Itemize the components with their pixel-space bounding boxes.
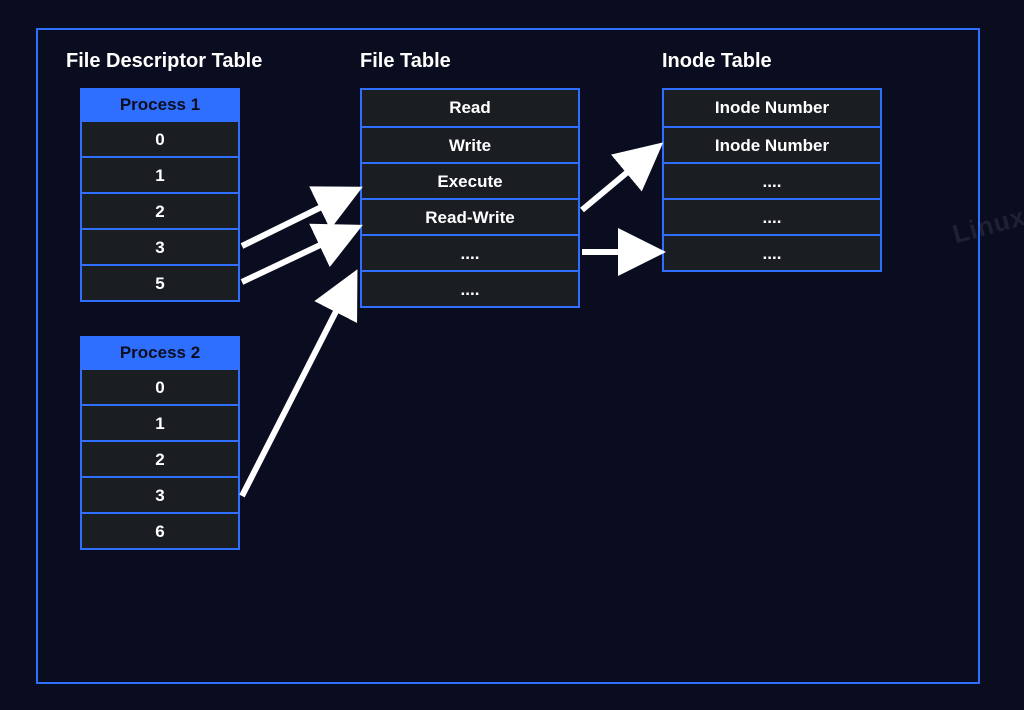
fd-table-title: File Descriptor Table — [66, 50, 262, 73]
table-row: Execute — [362, 162, 578, 198]
fd-table-process-2: Process 2 0 1 2 3 6 — [80, 336, 240, 550]
table-row: 3 — [82, 228, 238, 264]
table-row: .... — [362, 234, 578, 270]
table-row: 1 — [82, 404, 238, 440]
inode-table: Inode Number Inode Number .... .... .... — [662, 88, 882, 272]
table-row: .... — [362, 270, 578, 306]
table-row: Inode Number — [664, 126, 880, 162]
table-row: .... — [664, 234, 880, 270]
table-row: Write — [362, 126, 578, 162]
table-row: 2 — [82, 192, 238, 228]
table-row: .... — [664, 198, 880, 234]
fd-table-header: Process 1 — [82, 90, 238, 120]
table-row: Read — [362, 90, 578, 126]
table-row: 1 — [82, 156, 238, 192]
table-row: 0 — [82, 120, 238, 156]
table-row: Read-Write — [362, 198, 578, 234]
file-table-title: File Table — [360, 50, 451, 73]
table-row: 3 — [82, 476, 238, 512]
fd-table-process-1: Process 1 0 1 2 3 5 — [80, 88, 240, 302]
table-row: 5 — [82, 264, 238, 300]
file-table: Read Write Execute Read-Write .... .... — [360, 88, 580, 308]
table-row: .... — [664, 162, 880, 198]
table-row: Inode Number — [664, 90, 880, 126]
inode-table-title: Inode Table — [662, 50, 772, 73]
table-row: 6 — [82, 512, 238, 548]
fd-table-header: Process 2 — [82, 338, 238, 368]
table-row: 0 — [82, 368, 238, 404]
table-row: 2 — [82, 440, 238, 476]
